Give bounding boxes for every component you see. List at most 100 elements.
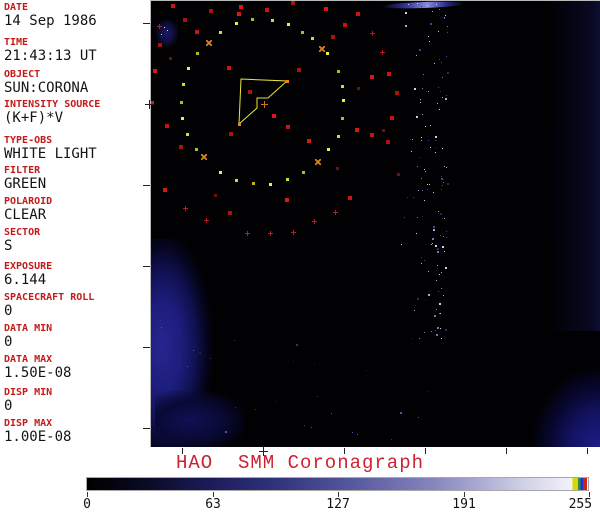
yellow-ring-dot	[286, 178, 289, 181]
noise-speckle-faint	[314, 364, 315, 365]
metadata-entry-date: DATE14 Sep 1986	[4, 2, 97, 29]
noise-speckle	[445, 98, 447, 100]
noise-speckle	[445, 267, 447, 269]
noise-speckle-faint	[311, 427, 312, 428]
noise-speckle	[442, 148, 443, 149]
sun-center-axis-mark-bottom	[259, 447, 268, 456]
noise-speckle	[428, 91, 429, 92]
red-marker-dot	[297, 68, 301, 72]
red-marker-dot	[307, 139, 311, 143]
red-marker-dot	[356, 12, 360, 16]
yellow-ring-dot	[196, 52, 199, 55]
yellow-ring-dot	[337, 135, 340, 138]
noise-speckle	[446, 231, 447, 232]
noise-speckle-faint	[391, 439, 392, 440]
metadata-entry-intensity-source: INTENSITY SOURCE(K+F)*V	[4, 99, 100, 126]
red-plus-mark	[183, 206, 188, 211]
red-marker-dot	[158, 43, 162, 47]
noise-speckle	[443, 295, 444, 296]
noise-speckle	[444, 218, 445, 219]
noise-speckle-faint	[225, 431, 227, 433]
red-plus-mark	[291, 230, 296, 235]
white-speck	[427, 5, 428, 6]
yellow-ring-dot	[181, 117, 184, 120]
noise-speckle	[439, 303, 441, 305]
noise-speckle	[432, 238, 434, 240]
axis-tick-left	[143, 347, 150, 348]
noise-speckle	[439, 109, 440, 110]
noise-speckle	[424, 260, 425, 261]
noise-speckle	[433, 226, 435, 228]
colorbar-tick-label: 0	[83, 497, 91, 512]
red-marker-dot	[179, 145, 183, 149]
noise-speckle-faint	[296, 344, 298, 346]
noise-speckle	[444, 251, 445, 252]
noise-speckle	[443, 182, 444, 183]
noise-speckle	[441, 213, 442, 214]
dim-red-dot	[336, 167, 339, 170]
noise-speckle	[444, 166, 445, 167]
noise-speckle	[425, 299, 426, 300]
dim-red-dot	[397, 173, 400, 176]
red-marker-dot	[331, 35, 335, 39]
metadata-entry-data-max: DATA MAX1.50E-08	[4, 354, 71, 381]
metadata-value: GREEN	[4, 177, 46, 192]
noise-speckle	[441, 62, 442, 63]
red-marker-dot	[209, 9, 213, 13]
red-marker-dot	[386, 140, 390, 144]
yellow-ring-dot	[186, 133, 189, 136]
noise-speckle	[435, 147, 436, 148]
axis-tick-bottom	[425, 448, 426, 454]
noise-speckle	[422, 216, 423, 217]
noise-speckle	[401, 244, 402, 245]
noise-speckle	[430, 147, 431, 148]
red-marker-dot	[395, 91, 399, 95]
yellow-ring-dot	[182, 83, 185, 86]
noise-speckle	[430, 125, 431, 126]
red-marker-dot	[171, 4, 175, 8]
noise-speckle-faint	[187, 366, 188, 367]
metadata-value: S	[4, 239, 40, 254]
axis-tick-bottom	[182, 448, 183, 454]
red-marker-dot	[183, 18, 187, 22]
red-marker-dot	[348, 196, 352, 200]
noise-speckle	[436, 280, 437, 281]
roi-vertex-dot	[286, 80, 289, 83]
noise-speckle-faint	[193, 350, 194, 351]
metadata-value: 0	[4, 399, 52, 414]
noise-speckle	[437, 327, 439, 329]
noise-speckle	[429, 41, 430, 42]
noise-speckle-faint	[275, 401, 276, 402]
metadata-value: 1.00E-08	[4, 430, 71, 445]
noise-speckle	[434, 63, 435, 64]
red-plus-mark	[204, 218, 209, 223]
red-marker-dot	[324, 7, 328, 11]
metadata-entry-object: OBJECTSUN:CORONA	[4, 69, 88, 96]
red-marker-dot	[355, 128, 359, 132]
noise-speckle	[439, 274, 440, 275]
noise-speckle	[425, 171, 426, 172]
sun-center-mark	[261, 101, 268, 108]
noise-speckle	[421, 178, 422, 179]
metadata-entry-disp-min: DISP MIN0	[4, 387, 52, 414]
axis-tick-left	[143, 428, 150, 429]
noise-speckle	[445, 15, 446, 16]
axis-tick-left	[143, 266, 150, 267]
roi-vertex-dot	[238, 123, 241, 126]
axis-tick-bottom	[344, 448, 345, 454]
noise-speckle	[416, 116, 418, 118]
noise-speckle	[423, 74, 424, 75]
noise-speckle	[417, 298, 419, 300]
coronagraph-viewer-window: { "title": "HAO SMM Coronagraph", "sideb…	[0, 0, 600, 512]
noise-speckle	[440, 214, 441, 215]
yellow-ring-dot	[302, 171, 305, 174]
metadata-entry-sector: SECTORS	[4, 227, 40, 254]
noise-speckle-faint	[199, 414, 200, 415]
noise-speckle	[442, 77, 443, 78]
white-speck	[436, 4, 437, 5]
noise-speckle-faint	[418, 417, 419, 418]
red-plus-mark	[370, 31, 375, 36]
yellow-ring-dot	[219, 31, 222, 34]
coronagraph-image-canvas[interactable]	[151, 1, 600, 447]
noise-speckle-faint	[293, 361, 294, 362]
